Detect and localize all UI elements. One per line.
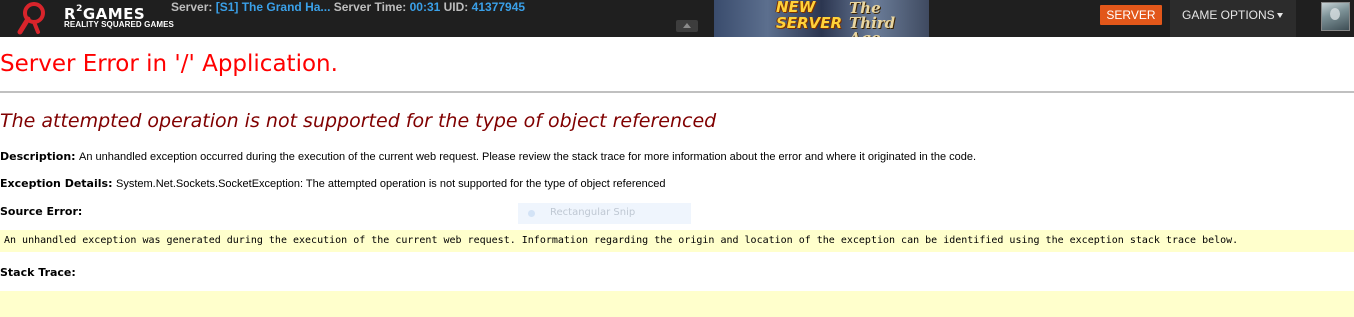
snip-label: Rectangular Snip — [550, 207, 636, 218]
source-error-label: Source Error: — [0, 205, 83, 218]
chevron-down-icon — [1277, 13, 1283, 18]
new-server-banner[interactable]: NEW SERVER The Third Age — [714, 0, 929, 37]
collapse-toolbar-button[interactable] — [676, 20, 698, 32]
stack-trace-line: Stack Trace: — [0, 266, 76, 279]
game-options-menu[interactable]: GAME OPTIONS — [1170, 0, 1296, 37]
server-name[interactable]: [S1] The Grand Ha... — [216, 0, 331, 14]
server-info: Server: [S1] The Grand Ha... Server Time… — [171, 0, 525, 14]
exception-text: System.Net.Sockets.SocketException: The … — [115, 178, 666, 190]
source-code-block: An unhandled exception was generated dur… — [0, 230, 1354, 252]
error-heading: The attempted operation is not supported… — [0, 110, 717, 132]
banner-game-title: The Third Age — [849, 0, 896, 38]
banner-server-text: SERVER — [776, 14, 843, 32]
server-time-label: Server Time: — [333, 0, 407, 14]
server-button[interactable]: SERVER — [1100, 5, 1162, 25]
server-time-value: 00:31 — [409, 0, 441, 14]
exception-details-line: Exception Details: System.Net.Sockets.So… — [0, 177, 665, 190]
rectangular-snip-overlay[interactable]: Rectangular Snip — [518, 203, 691, 224]
game-options-label: GAME OPTIONS — [1182, 8, 1275, 22]
top-bar: R2GAMES REALITY SQUARED GAMES Server: [S… — [0, 0, 1354, 37]
description-text: An unhandled exception occurred during t… — [79, 151, 977, 163]
server-label: Server: — [171, 0, 213, 14]
divider — [0, 91, 1354, 93]
snip-radio-icon — [528, 210, 535, 217]
r2games-logo[interactable]: R2GAMES REALITY SQUARED GAMES — [14, 1, 174, 35]
uid-value: 41377945 — [471, 0, 526, 14]
exception-label: Exception Details: — [0, 177, 113, 190]
uid-label: UID: — [443, 0, 469, 14]
stack-trace-label: Stack Trace: — [0, 266, 76, 279]
stack-trace-block — [0, 291, 1354, 317]
description-line: Description: An unhandled exception occu… — [0, 150, 976, 163]
banner-new-text: NEW — [776, 0, 816, 16]
description-label: Description: — [0, 150, 76, 163]
avatar[interactable] — [1321, 2, 1350, 31]
source-code-text: An unhandled exception was generated dur… — [4, 235, 1239, 246]
r2-pin-icon — [17, 2, 45, 35]
page-title: Server Error in '/' Application. — [0, 51, 338, 77]
brand-tagline: REALITY SQUARED GAMES — [64, 20, 174, 29]
source-error-line: Source Error: — [0, 205, 82, 218]
